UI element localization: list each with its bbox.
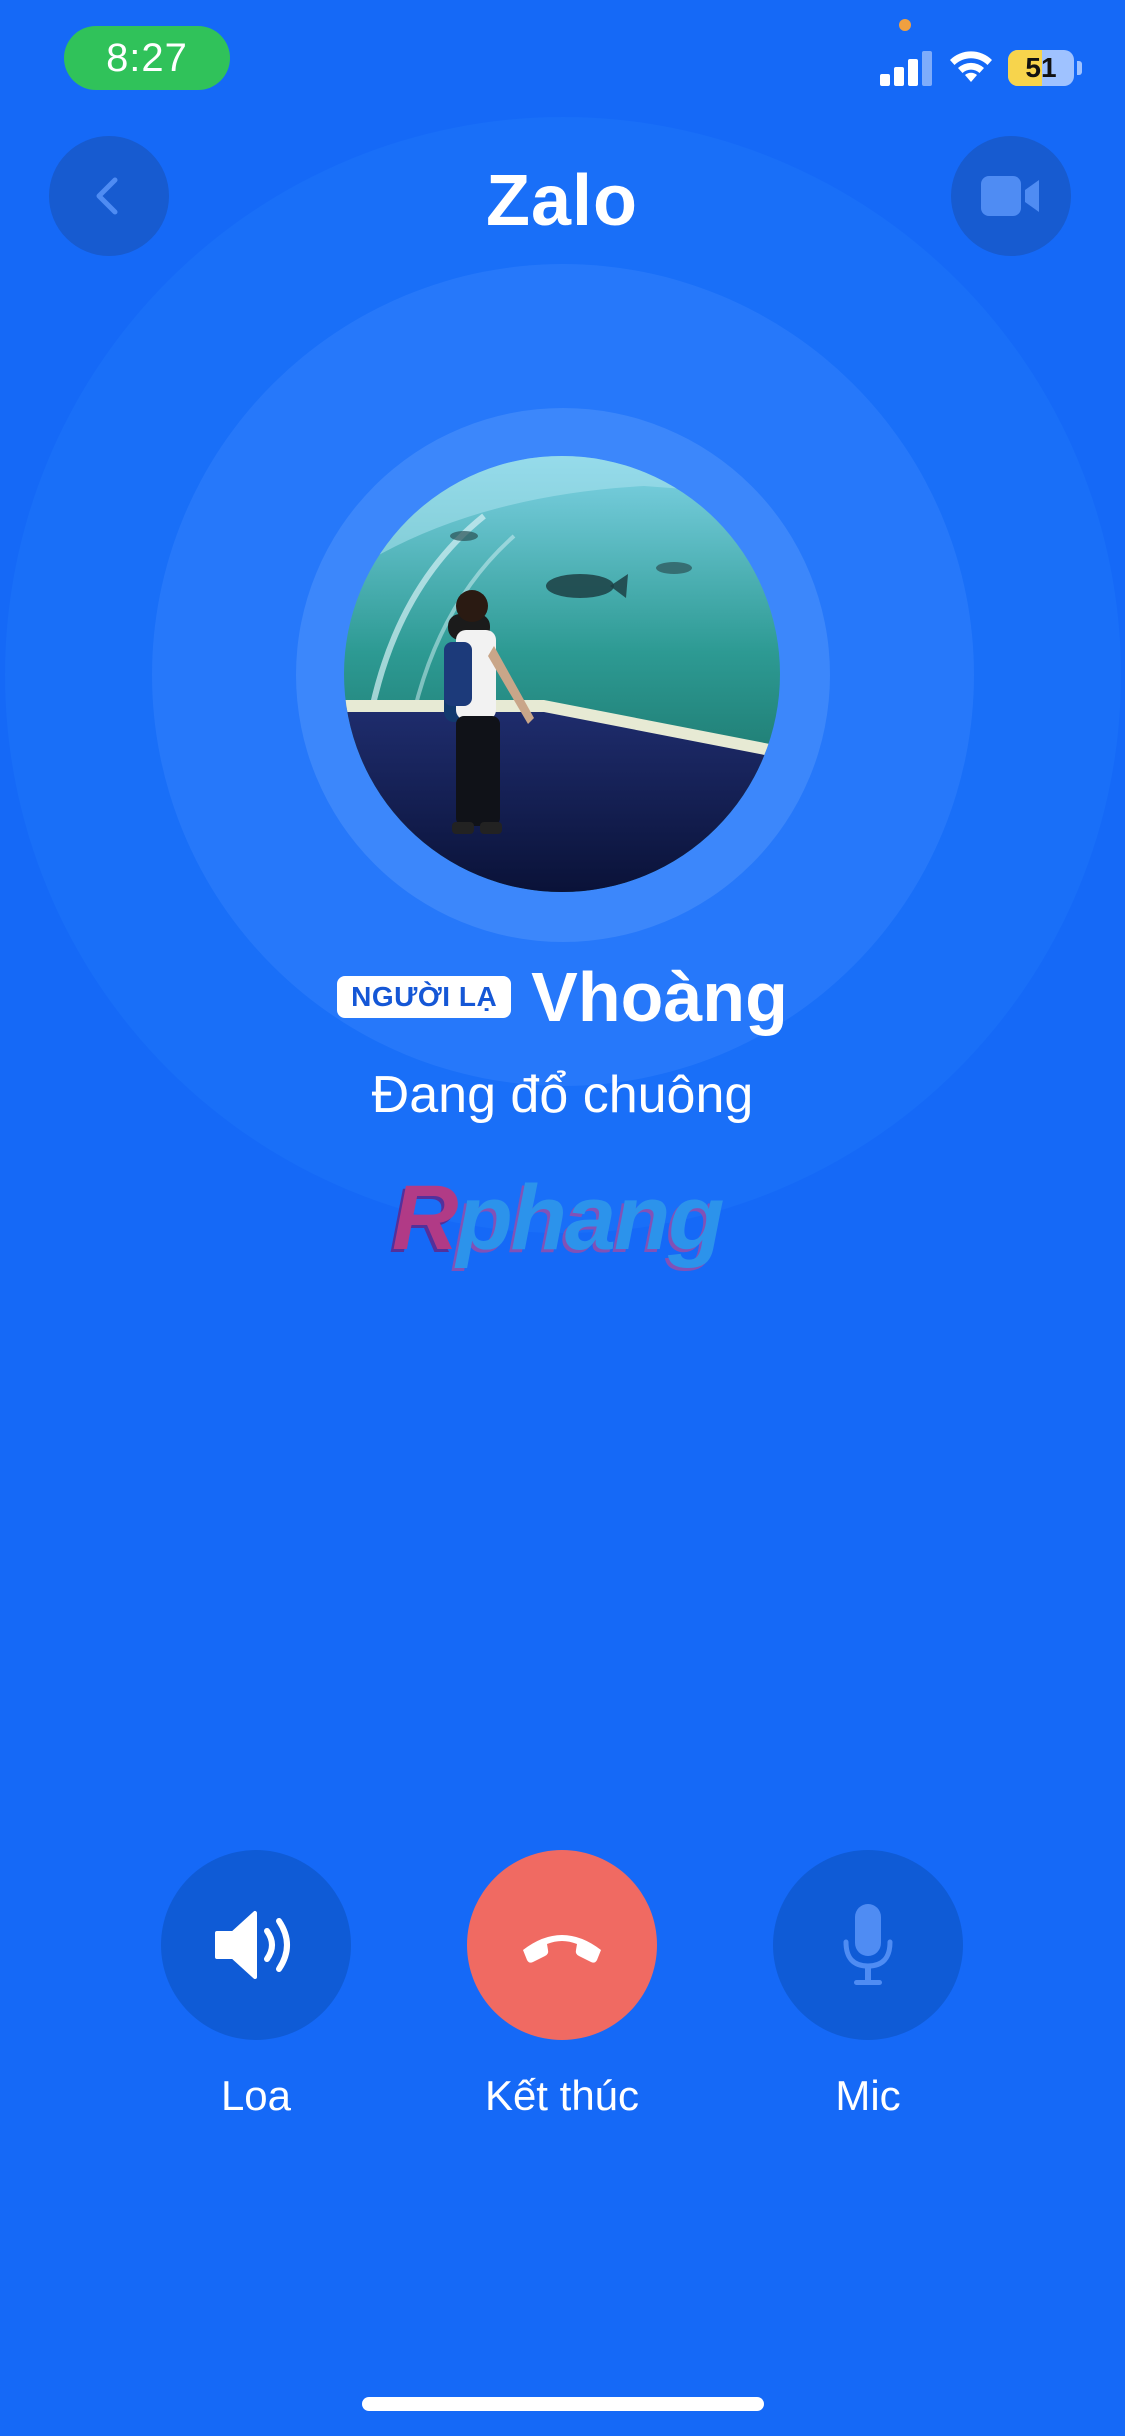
caller-avatar <box>344 456 780 892</box>
caller-name: Vhoàng <box>531 958 788 1036</box>
end-call-control: Kết thúc <box>467 1850 657 2119</box>
mic-control: Mic <box>773 1850 963 2119</box>
end-call-button[interactable] <box>467 1850 657 2040</box>
cellular-signal-icon <box>880 50 932 86</box>
hang-up-icon <box>523 1935 601 1963</box>
end-call-label: Kết thúc <box>484 2072 640 2119</box>
speaker-control: Loa <box>161 1850 351 2119</box>
call-status: Đang đổ chuông <box>371 1066 754 1124</box>
video-camera-icon <box>981 176 1039 216</box>
privacy-indicator-dot <box>899 19 911 31</box>
speaker-icon <box>215 1911 290 1979</box>
battery-icon: 51 <box>1008 50 1074 86</box>
microphone-icon <box>843 1904 893 1985</box>
speaker-button[interactable] <box>161 1850 351 2040</box>
watermark-logo: Rphang <box>392 1168 732 1268</box>
mic-button[interactable] <box>773 1850 963 2040</box>
battery-level: 51 <box>1025 52 1057 83</box>
caller-info: NGƯỜI LẠ Vhoàng <box>0 955 1125 1039</box>
watermark-rest: phang <box>456 1167 724 1269</box>
home-indicator[interactable] <box>362 2397 764 2411</box>
wifi-icon <box>950 51 992 82</box>
mic-label: Mic <box>835 2072 901 2119</box>
back-button[interactable] <box>49 136 169 256</box>
battery-tip <box>1077 61 1082 75</box>
status-time: 8:27 <box>64 26 230 90</box>
chevron-left-icon <box>96 177 118 215</box>
video-call-button[interactable] <box>951 136 1071 256</box>
stranger-badge: NGƯỜI LẠ <box>337 976 512 1018</box>
call-screen: 8:27 51 Zalo NGƯỜI LẠ Vhoàng Đang đổ chu… <box>0 0 1125 2436</box>
app-title: Zalo <box>485 161 638 241</box>
watermark-first-letter: R <box>392 1167 458 1269</box>
speaker-label: Loa <box>220 2072 292 2119</box>
